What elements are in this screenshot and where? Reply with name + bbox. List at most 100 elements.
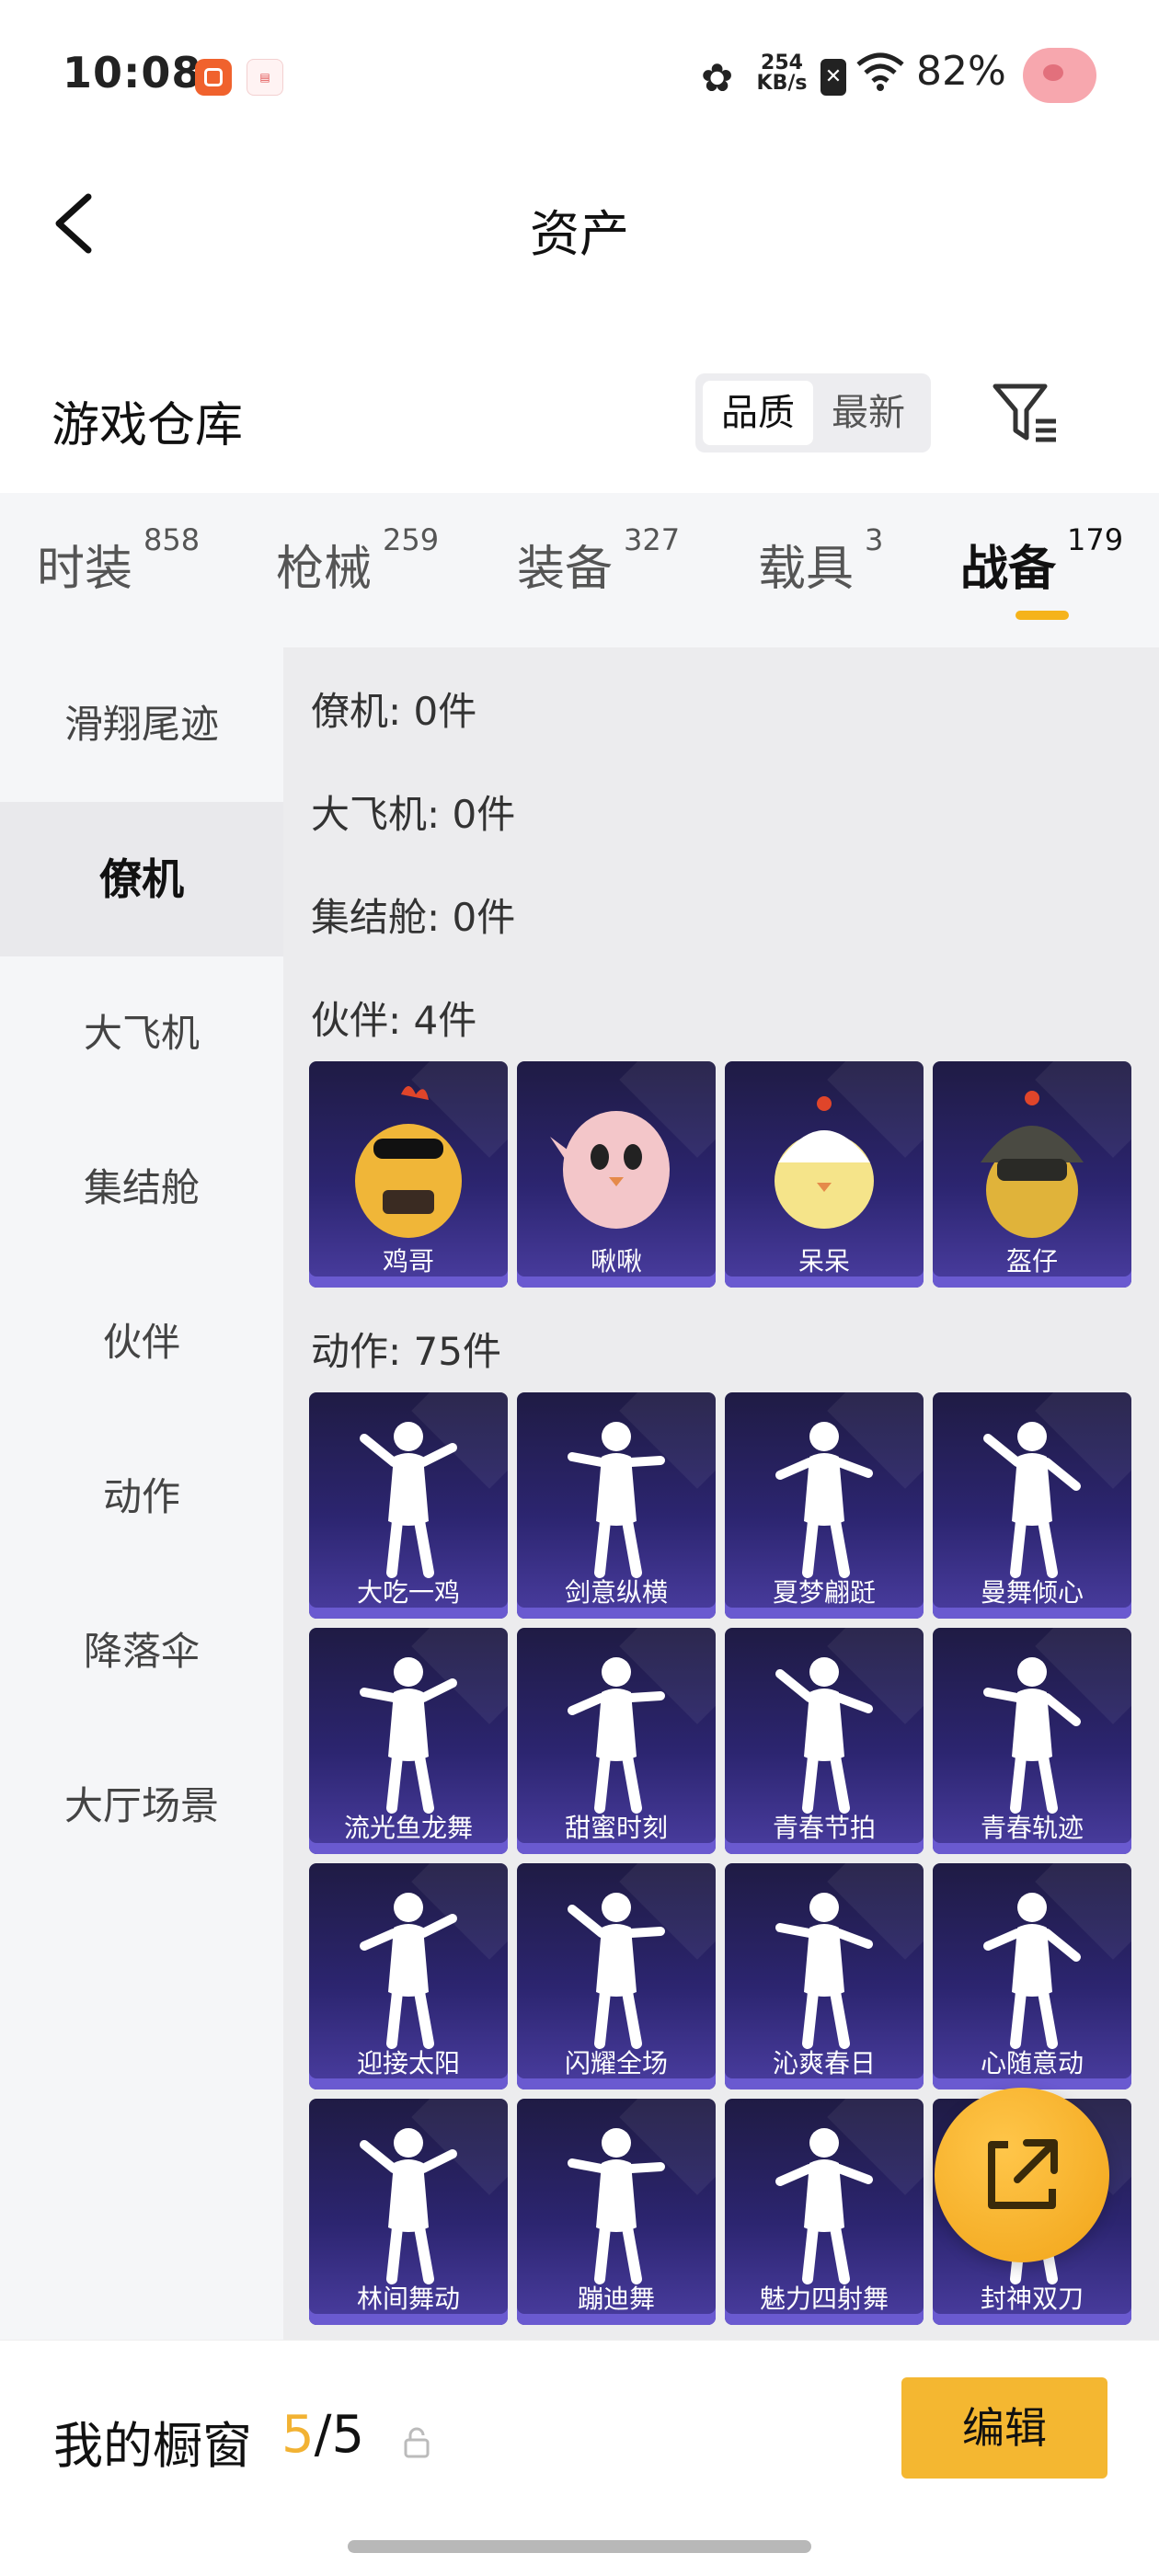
dance-figure-icon	[360, 1422, 457, 1578]
dance-figure-icon	[568, 2128, 665, 2284]
network-speed-unit: KB/s	[756, 72, 808, 95]
tab-label: 战备	[960, 542, 1057, 597]
sidebar-item-big-plane[interactable]: 大飞机	[0, 956, 283, 1111]
flower-icon: ✿	[701, 55, 734, 100]
tab-count: 858	[143, 522, 201, 557]
tab-count: 179	[1067, 522, 1124, 557]
sidebar-item-lobby-scene[interactable]: 大厅场景	[0, 1729, 283, 1883]
dance-figure-icon	[775, 1422, 873, 1578]
card-label: 青春轨迹	[980, 1813, 1084, 1843]
tab-vehicles[interactable]: 载具 3	[758, 522, 883, 599]
home-indicator[interactable]	[348, 2540, 811, 2553]
card-label: 封神双刀	[980, 2284, 1084, 2314]
category-tabs: 时装 858 枪械 259 装备 327 载具 3 战备 179	[0, 493, 1159, 647]
no-sim-icon: ✕	[820, 59, 846, 96]
card-label: 青春节拍	[772, 1813, 876, 1843]
dance-figure-icon	[775, 1657, 873, 1814]
network-speed-value: 254	[761, 52, 803, 74]
action-card[interactable]: 曼舞倾心	[933, 1392, 1131, 1619]
card-label: 林间舞动	[356, 2284, 460, 2314]
dance-figure-icon	[568, 1657, 665, 1814]
pig-avatar-icon	[1023, 48, 1096, 103]
dance-figure-icon	[983, 1657, 1081, 1814]
card-label: 曼舞倾心	[980, 1577, 1084, 1608]
sort-toggle: 品质 最新	[695, 373, 931, 452]
partner-card[interactable]: 呆呆	[725, 1061, 924, 1288]
sort-by-newest-button[interactable]: 最新	[813, 381, 924, 445]
card-label: 甜蜜时刻	[564, 1813, 668, 1843]
card-label: 啾啾	[590, 1246, 642, 1277]
sort-by-quality-button[interactable]: 品质	[703, 381, 813, 445]
sidebar-item-rally-pod[interactable]: 集结舱	[0, 1111, 283, 1265]
sidebar-item-glide-trail[interactable]: 滑翔尾迹	[0, 647, 283, 802]
item-list: 僚机: 0件 大飞机: 0件 集结舱: 0件 伙伴: 4件 鸡哥 啾啾 呆呆 盔…	[283, 647, 1159, 2340]
action-card[interactable]: 剑意纵横	[517, 1392, 716, 1619]
tab-label: 装备	[517, 542, 614, 597]
partner-card[interactable]: 鸡哥	[309, 1061, 508, 1288]
dance-figure-icon	[360, 1893, 457, 2049]
active-tab-indicator	[1016, 611, 1069, 620]
sidebar-item-partner[interactable]: 伙伴	[0, 1265, 283, 1420]
dance-figure-icon	[775, 2128, 873, 2284]
tab-label: 载具	[758, 542, 855, 597]
share-button[interactable]	[935, 2088, 1109, 2262]
dance-figure-icon	[360, 2128, 457, 2284]
action-card[interactable]: 流光鱼龙舞	[309, 1628, 508, 1854]
card-label: 盔仔	[1005, 1246, 1058, 1277]
filter-icon[interactable]	[990, 379, 1060, 449]
card-label: 闪耀全场	[564, 2048, 668, 2078]
tab-fashion[interactable]: 时装 858	[37, 522, 200, 599]
card-label: 沁爽春日	[772, 2048, 876, 2078]
sidebar-item-parachute[interactable]: 降落伞	[0, 1574, 283, 1729]
action-card[interactable]: 夏梦翩跹	[725, 1392, 924, 1619]
lock-icon	[403, 2427, 430, 2458]
page-title: 资产	[530, 205, 629, 263]
action-card[interactable]: 蹦迪舞	[517, 2099, 716, 2325]
action-card[interactable]: 心随意动	[933, 1863, 1131, 2089]
action-card[interactable]: 青春节拍	[725, 1628, 924, 1854]
category-rally-pod-count: 集结舱: 0件	[311, 895, 516, 940]
action-card[interactable]: 迎接太阳	[309, 1863, 508, 2089]
network-speed: 254 KB/s	[754, 53, 809, 94]
dance-figure-icon	[983, 1422, 1081, 1578]
edit-button[interactable]: 编辑	[901, 2377, 1107, 2479]
action-card[interactable]: 甜蜜时刻	[517, 1628, 716, 1854]
wifi-icon	[855, 50, 905, 102]
action-card[interactable]: 沁爽春日	[725, 1863, 924, 2089]
status-time: 10:08	[63, 48, 202, 97]
partner-card[interactable]: 盔仔	[933, 1061, 1131, 1288]
card-label: 蹦迪舞	[577, 2284, 655, 2314]
status-bar: 10:08 ▤ ✿ 254 KB/s ✕ 82%	[0, 0, 1159, 147]
action-card[interactable]: 魅力四射舞	[725, 2099, 924, 2325]
partner-card[interactable]: 啾啾	[517, 1061, 716, 1288]
card-label: 夏梦翩跹	[772, 1577, 876, 1608]
pink-bird-partner-icon	[550, 1111, 670, 1229]
chick-partner-icon	[775, 1096, 874, 1229]
dance-figure-icon	[983, 1893, 1081, 2049]
action-card[interactable]: 大吃一鸡	[309, 1392, 508, 1619]
sidebar-item-action[interactable]: 动作	[0, 1420, 283, 1574]
card-label: 流光鱼龙舞	[343, 1813, 473, 1843]
tab-count: 3	[865, 522, 884, 557]
card-label: 心随意动	[980, 2048, 1084, 2078]
battery-level: 82%	[916, 48, 1006, 95]
sidebar-item-wingman[interactable]: 僚机	[0, 802, 283, 956]
dance-figure-icon	[360, 1657, 457, 1814]
card-label: 呆呆	[798, 1246, 850, 1277]
tab-equipment[interactable]: 装备 327	[517, 522, 680, 599]
tab-combat-prep[interactable]: 战备 179	[960, 522, 1123, 599]
warehouse-title: 游戏仓库	[52, 398, 244, 453]
category-big-plane-count: 大飞机: 0件	[311, 792, 516, 837]
showcase-label: 我的橱窗	[53, 2417, 252, 2475]
dance-figure-icon	[775, 1893, 873, 2049]
tab-count: 327	[624, 522, 681, 557]
action-card[interactable]: 青春轨迹	[933, 1628, 1131, 1854]
action-card[interactable]: 闪耀全场	[517, 1863, 716, 2089]
share-icon	[988, 2139, 1058, 2209]
card-label: 迎接太阳	[356, 2048, 460, 2078]
tab-guns[interactable]: 枪械 259	[276, 522, 439, 599]
category-action-count: 动作: 75件	[311, 1329, 501, 1374]
card-label: 魅力四射舞	[759, 2284, 889, 2314]
action-card[interactable]: 林间舞动	[309, 2099, 508, 2325]
app-notification-icon	[195, 59, 232, 96]
